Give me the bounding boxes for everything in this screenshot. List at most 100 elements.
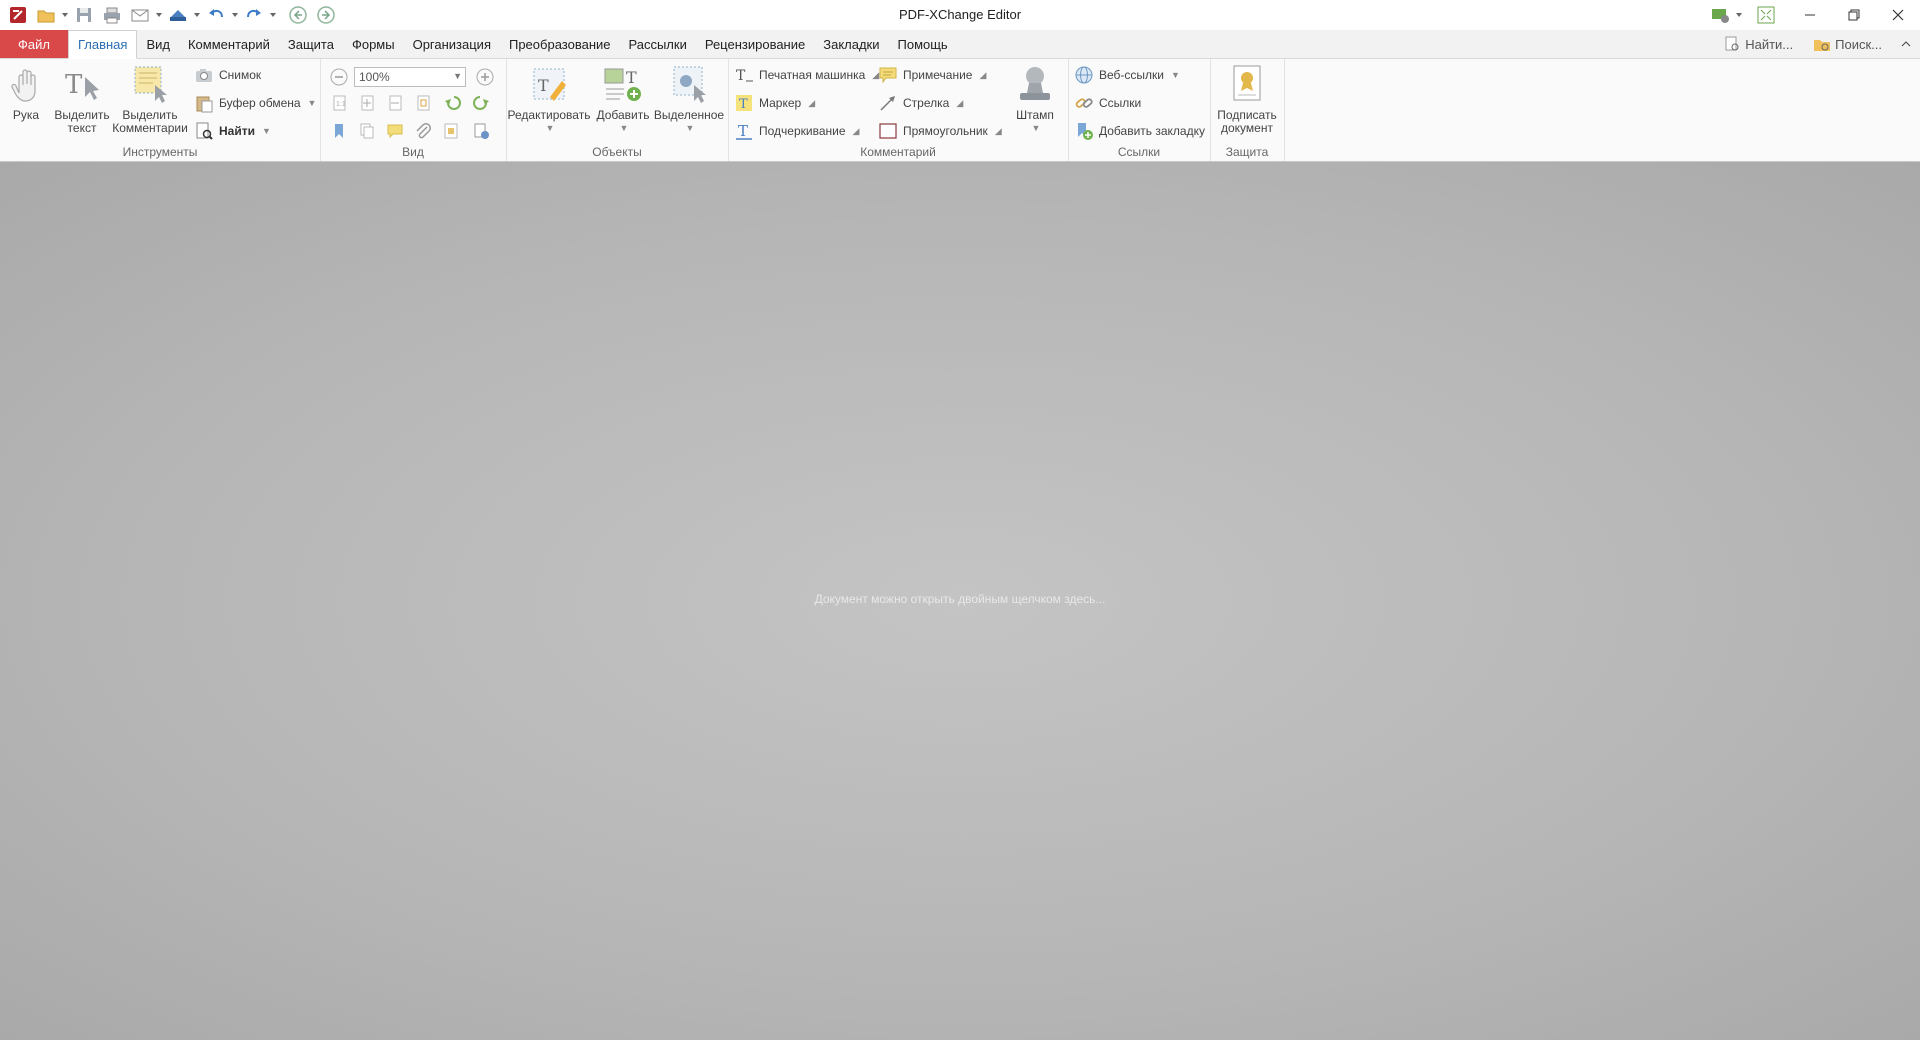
find-dropdown-icon[interactable]: ▼ <box>262 126 271 136</box>
tab-protect[interactable]: Защита <box>279 30 343 58</box>
email-icon[interactable] <box>126 2 154 28</box>
settings-dropdown-icon[interactable] <box>1734 2 1744 28</box>
find-label: Найти... <box>1745 36 1794 52</box>
attachments-pane-icon[interactable] <box>412 120 434 142</box>
email-dropdown-icon[interactable] <box>154 2 164 28</box>
tab-home[interactable]: Главная <box>67 30 138 59</box>
redo-icon[interactable] <box>240 2 268 28</box>
tab-review[interactable]: Рецензирование <box>696 30 814 58</box>
selected-dropdown-icon[interactable]: ▼ <box>686 122 695 135</box>
save-icon[interactable] <box>70 2 98 28</box>
tab-file[interactable]: Файл <box>0 30 68 58</box>
stamp-button[interactable]: Штамп ▼ <box>1008 63 1062 135</box>
find-button[interactable]: Найти... <box>1713 35 1803 53</box>
tab-bookmarks[interactable]: Закладки <box>814 30 888 58</box>
tab-organize[interactable]: Организация <box>404 30 500 58</box>
typewriter-icon: T <box>736 68 753 84</box>
find-tool-button[interactable]: Найти ▼ <box>194 120 271 142</box>
properties-pane-icon[interactable] <box>440 120 462 142</box>
settings-monitor-icon[interactable] <box>1706 2 1734 28</box>
open-dropdown-icon[interactable] <box>60 2 70 28</box>
svg-text:T: T <box>626 68 637 87</box>
group-links-label: Ссылки <box>1117 145 1161 159</box>
tab-mailings[interactable]: Рассылки <box>619 30 695 58</box>
svg-text:T: T <box>736 68 746 84</box>
zoom-input[interactable]: 100% ▼ <box>354 67 466 87</box>
typewriter-button[interactable]: T Печатная машинка ◢ <box>734 64 879 86</box>
note-label: Примечание <box>903 68 973 82</box>
rectangle-dropdown-icon[interactable]: ◢ <box>995 126 1002 137</box>
undo-icon[interactable] <box>202 2 230 28</box>
rectangle-button[interactable]: Прямоугольник ◢ <box>878 120 1002 142</box>
links-label: Ссылки <box>1099 96 1142 110</box>
note-button[interactable]: Примечание ◢ <box>878 64 986 86</box>
fullscreen-icon[interactable] <box>1752 2 1780 28</box>
open-folder-icon[interactable] <box>32 2 60 28</box>
snapshot-label: Снимок <box>219 68 262 82</box>
web-links-button[interactable]: Веб-ссылки ▼ <box>1074 64 1180 86</box>
stamp-label: Штамп <box>1016 108 1054 122</box>
collapse-ribbon-icon[interactable] <box>1892 38 1920 50</box>
minimize-button[interactable] <box>1788 0 1832 30</box>
menu-right: Найти... Поиск... <box>1713 30 1920 58</box>
underline-button[interactable]: T Подчеркивание ◢ <box>734 120 859 142</box>
print-icon[interactable] <box>98 2 126 28</box>
tab-forms[interactable]: Формы <box>343 30 404 58</box>
edit-dropdown-icon[interactable]: ▼ <box>546 122 555 135</box>
select-text-button[interactable]: T Выделить текст <box>52 63 112 135</box>
web-links-label: Веб-ссылки <box>1099 68 1164 82</box>
bookmarks-pane-icon[interactable] <box>328 120 350 142</box>
comments-pane-icon[interactable] <box>384 120 406 142</box>
svg-text:T: T <box>65 70 83 100</box>
search-button[interactable]: Поиск... <box>1803 35 1892 53</box>
clipboard-button[interactable]: Буфер обмена ▼ <box>194 92 316 114</box>
close-button[interactable] <box>1876 0 1920 30</box>
undo-dropdown-icon[interactable] <box>230 2 240 28</box>
clipboard-dropdown-icon[interactable]: ▼ <box>308 98 317 108</box>
document-settings-icon[interactable] <box>470 120 492 142</box>
tab-convert[interactable]: Преобразование <box>500 30 620 58</box>
document-workspace[interactable]: Документ можно открыть двойным щелчком з… <box>0 162 1920 1040</box>
app-logo-icon[interactable] <box>4 2 32 28</box>
web-links-dropdown-icon[interactable]: ▼ <box>1171 70 1180 80</box>
marker-dropdown-icon[interactable]: ◢ <box>808 98 815 109</box>
tab-help[interactable]: Помощь <box>889 30 957 58</box>
fit-width-icon[interactable] <box>384 92 406 114</box>
links-button[interactable]: Ссылки <box>1074 92 1141 114</box>
note-dropdown-icon[interactable]: ◢ <box>979 70 986 81</box>
select-comments-button[interactable]: Выделить Комментарии <box>112 63 188 135</box>
add-button[interactable]: T Добавить ▼ <box>592 63 654 135</box>
scan-dropdown-icon[interactable] <box>192 2 202 28</box>
redo-dropdown-icon[interactable] <box>268 2 278 28</box>
arrow-button[interactable]: Стрелка ◢ <box>878 92 963 114</box>
zoom-dropdown-icon[interactable]: ▼ <box>453 71 462 81</box>
restore-button[interactable] <box>1832 0 1876 30</box>
find-tool-label: Найти <box>219 124 255 138</box>
actual-size-icon[interactable]: 1:1 <box>328 92 350 114</box>
tab-comment[interactable]: Комментарий <box>179 30 279 58</box>
hand-tool-button[interactable]: Рука <box>6 63 46 122</box>
add-bookmark-button[interactable]: Добавить закладку <box>1074 120 1205 142</box>
stamp-dropdown-icon[interactable]: ▼ <box>1032 122 1041 135</box>
zoom-in-icon[interactable] <box>474 66 496 88</box>
rotate-left-icon[interactable] <box>442 92 464 114</box>
add-dropdown-icon[interactable]: ▼ <box>620 122 629 135</box>
rectangle-label: Прямоугольник <box>903 124 988 138</box>
scan-icon[interactable] <box>164 2 192 28</box>
tab-view[interactable]: Вид <box>137 30 179 58</box>
snapshot-button[interactable]: Снимок <box>194 64 261 86</box>
add-label: Добавить <box>596 108 650 122</box>
zoom-out-icon[interactable] <box>328 66 350 88</box>
edit-button[interactable]: T Редактировать ▼ <box>508 63 590 135</box>
arrow-dropdown-icon[interactable]: ◢ <box>956 98 963 109</box>
marker-button[interactable]: T Маркер ◢ <box>734 92 815 114</box>
sign-document-button[interactable]: Подписать документ <box>1214 63 1280 135</box>
underline-dropdown-icon[interactable]: ◢ <box>853 126 860 137</box>
fit-visible-icon[interactable] <box>412 92 434 114</box>
forward-icon[interactable] <box>312 2 340 28</box>
pages-pane-icon[interactable] <box>356 120 378 142</box>
rotate-right-icon[interactable] <box>470 92 492 114</box>
fit-page-icon[interactable] <box>356 92 378 114</box>
back-icon[interactable] <box>284 2 312 28</box>
selected-button[interactable]: Выделенное ▼ <box>652 63 726 135</box>
